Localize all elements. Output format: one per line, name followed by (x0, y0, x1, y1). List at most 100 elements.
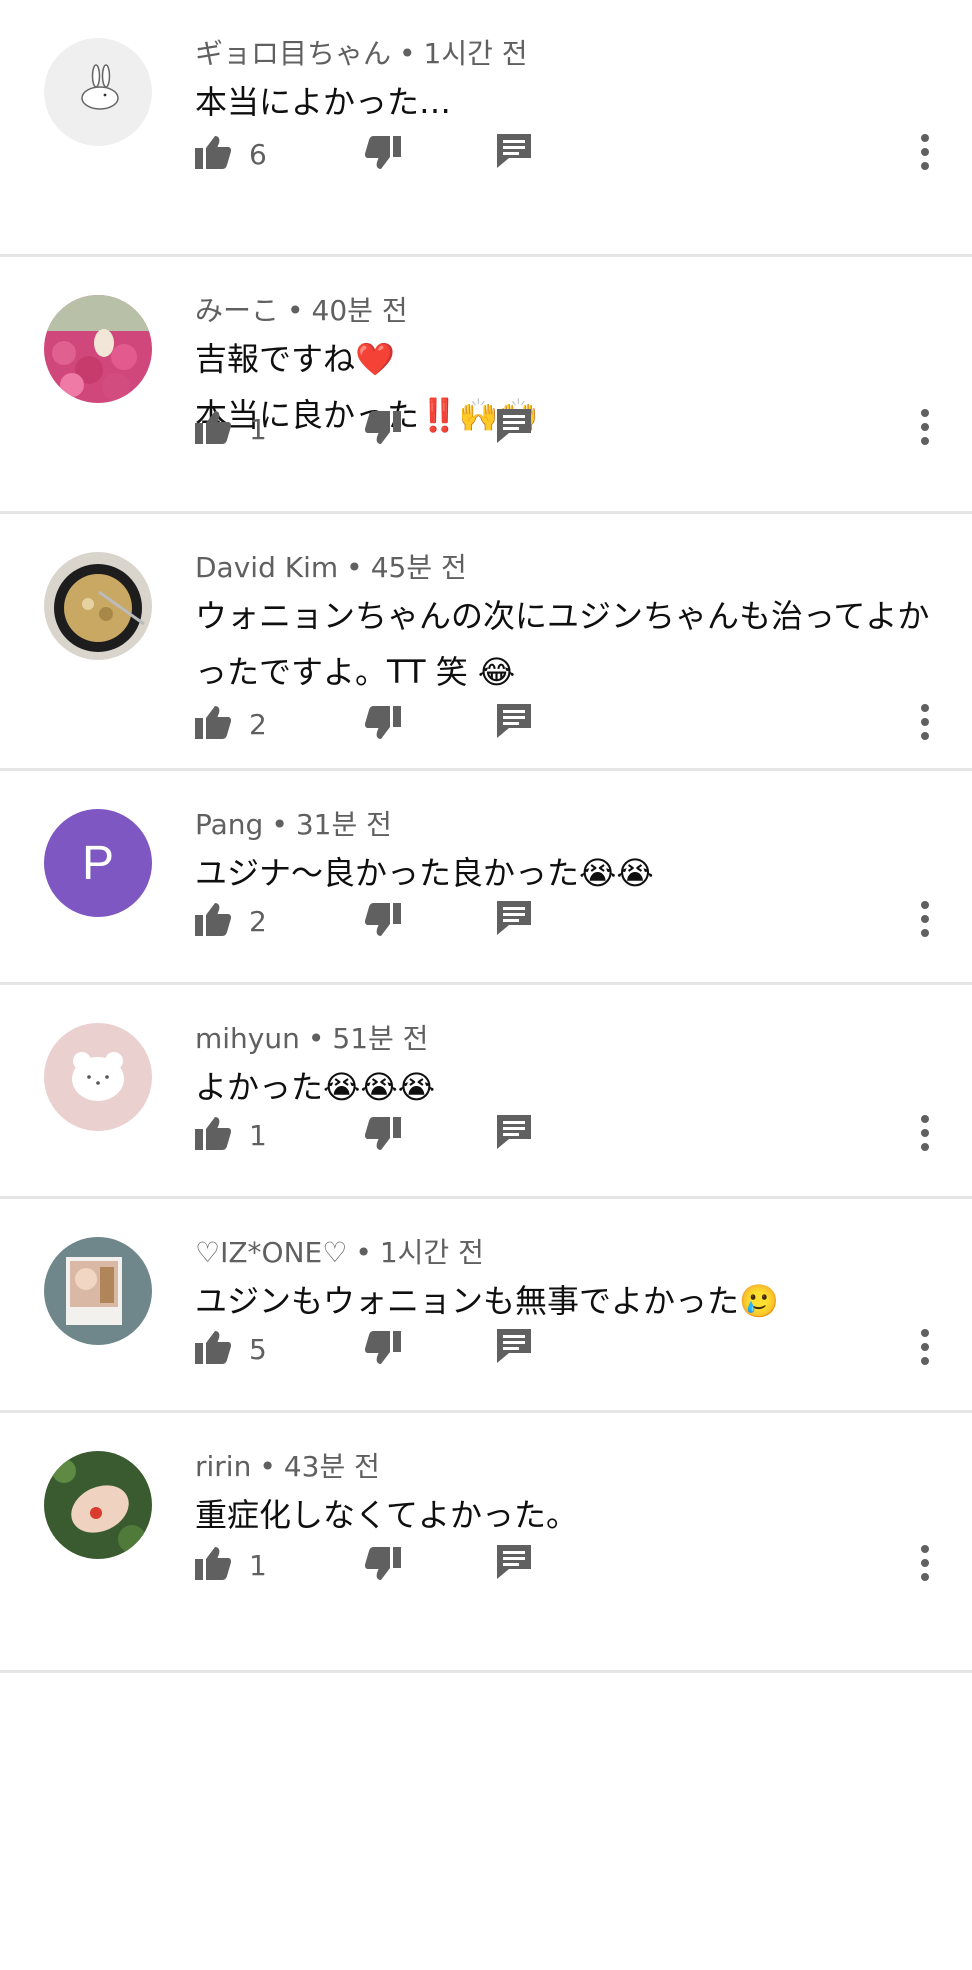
comment-item: P Pang • 31분 전 ユジナ〜良かった良かった😭😭 2 (0, 771, 972, 985)
comment-time: 1시간 전 (423, 37, 528, 70)
comment-meta: Pang • 31분 전 (195, 807, 932, 843)
more-vert-icon (920, 409, 930, 451)
thumbs-down-icon (364, 1331, 401, 1369)
author-name[interactable]: ♡IZ*ONE♡ (195, 1236, 347, 1269)
like-button[interactable]: 1 (195, 1541, 267, 1589)
thumbs-down-icon (364, 706, 401, 744)
like-button[interactable]: 5 (195, 1325, 267, 1373)
like-button[interactable]: 1 (195, 1111, 267, 1159)
reply-button[interactable] (495, 702, 537, 746)
comment-actions: 1 (195, 1111, 972, 1159)
comment-item: ギョロ目ちゃん • 1시간 전 本当によかった… 6 (0, 0, 972, 257)
dislike-button[interactable] (364, 136, 411, 182)
dislike-button[interactable] (364, 706, 411, 752)
meta-separator: • (287, 294, 304, 327)
like-count: 1 (249, 1118, 267, 1152)
comment-meta: mihyun • 51분 전 (195, 1021, 932, 1057)
dislike-button[interactable] (364, 903, 411, 949)
reply-icon (495, 901, 533, 939)
comment-actions: 2 (195, 700, 972, 748)
dislike-button[interactable] (364, 1547, 411, 1593)
avatar[interactable]: P (44, 809, 152, 917)
avatar[interactable] (44, 1451, 152, 1559)
more-options-button[interactable] (920, 407, 932, 451)
comment-item: みーこ • 40분 전 吉報ですね❤️ 本当に良かった‼️🙌🙌 1 (0, 257, 972, 514)
author-name[interactable]: mihyun (195, 1022, 300, 1055)
comment-text: ウォニョンちゃんの次にユジンちゃんも治ってよかったですよ。TT 笑 😂 (195, 597, 930, 691)
comment-meta: ギョロ目ちゃん • 1시간 전 (195, 36, 932, 72)
reply-icon (495, 1545, 533, 1583)
reply-button[interactable] (495, 899, 537, 943)
comment-time: 31분 전 (295, 808, 392, 841)
reply-icon (495, 1329, 533, 1367)
like-count: 5 (249, 1332, 267, 1366)
reply-button[interactable] (495, 1113, 537, 1157)
thumbs-up-icon (195, 1546, 232, 1584)
thumbs-down-icon (364, 136, 401, 174)
reply-icon (495, 134, 533, 172)
dislike-button[interactable] (364, 411, 411, 457)
meta-separator: • (355, 1236, 372, 1269)
avatar[interactable] (44, 38, 152, 146)
thumbs-up-icon (195, 1330, 232, 1368)
reply-icon (495, 1115, 533, 1153)
comment-body: ギョロ目ちゃん • 1시간 전 本当によかった… (195, 36, 932, 130)
comment-actions: 1 (195, 405, 972, 453)
avatar[interactable] (44, 552, 152, 660)
comment-meta: ririn • 43분 전 (195, 1449, 932, 1485)
comment-body: mihyun • 51분 전 よかった😭😭😭 (195, 1021, 932, 1115)
like-button[interactable]: 6 (195, 130, 267, 178)
more-options-button[interactable] (920, 899, 932, 943)
comment-text: ユジンもウォニョンも無事でよかった🥲 (195, 1282, 779, 1320)
reply-button[interactable] (495, 1543, 537, 1587)
thumbs-down-icon (364, 1547, 401, 1585)
reply-button[interactable] (495, 407, 537, 451)
thumbs-down-icon (364, 411, 401, 449)
more-options-button[interactable] (920, 1327, 932, 1371)
like-button[interactable]: 1 (195, 405, 267, 453)
comment-time: 51분 전 (332, 1022, 429, 1055)
meta-separator: • (399, 37, 416, 70)
avatar-letter: P (81, 836, 114, 890)
author-name[interactable]: みーこ (195, 294, 279, 327)
like-count: 2 (249, 904, 267, 938)
reply-icon (495, 704, 533, 742)
author-name[interactable]: Pang (195, 808, 263, 841)
avatar[interactable] (44, 295, 152, 403)
reply-button[interactable] (495, 1327, 537, 1371)
dislike-button[interactable] (364, 1117, 411, 1163)
comment-actions: 2 (195, 897, 972, 945)
comment-body: ♡IZ*ONE♡ • 1시간 전 ユジンもウォニョンも無事でよかった🥲 (195, 1235, 932, 1329)
comment-list: ギョロ目ちゃん • 1시간 전 本当によかった… 6 みーこ • 40분 전 吉報ですね❤️ 本… (0, 0, 972, 1673)
like-button[interactable]: 2 (195, 897, 267, 945)
like-button[interactable]: 2 (195, 700, 267, 748)
thumbs-up-icon (195, 135, 232, 173)
more-options-button[interactable] (920, 1113, 932, 1157)
thumbs-up-icon (195, 410, 232, 448)
thumbs-up-icon (195, 902, 232, 940)
comment-text: 重症化しなくてよかった。 (195, 1496, 579, 1534)
more-options-button[interactable] (920, 1543, 932, 1587)
more-vert-icon (920, 1115, 930, 1157)
more-options-button[interactable] (920, 132, 932, 176)
comment-body: David Kim • 45분 전 ウォニョンちゃんの次にユジンちゃんも治ってよかった… (195, 550, 932, 700)
avatar[interactable] (44, 1023, 152, 1131)
author-name[interactable]: David Kim (195, 551, 338, 584)
more-vert-icon (920, 1329, 930, 1371)
comment-time: 43분 전 (283, 1450, 380, 1483)
comment-meta: David Kim • 45분 전 (195, 550, 932, 586)
comment-actions: 1 (195, 1541, 972, 1589)
reply-button[interactable] (495, 132, 537, 176)
like-count: 1 (249, 1548, 267, 1582)
avatar[interactable] (44, 1237, 152, 1345)
comment-item: ririn • 43분 전 重症化しなくてよかった。 1 (0, 1413, 972, 1673)
comment-time: 1시간 전 (379, 1236, 484, 1269)
dislike-button[interactable] (364, 1331, 411, 1377)
comment-time: 45분 전 (370, 551, 467, 584)
more-vert-icon (920, 901, 930, 943)
reply-icon (495, 409, 533, 447)
author-name[interactable]: ギョロ目ちゃん (195, 37, 391, 70)
more-vert-icon (920, 134, 930, 176)
more-options-button[interactable] (920, 702, 932, 746)
author-name[interactable]: ririn (195, 1450, 251, 1483)
